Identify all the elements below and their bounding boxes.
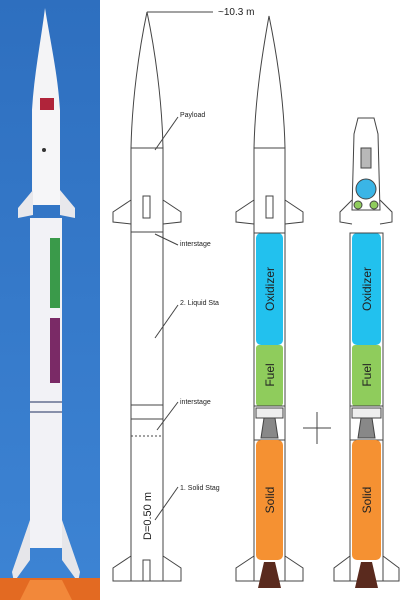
- split-liquid-engine: [357, 417, 376, 439]
- outline-rocket: [112, 11, 213, 582]
- callout-interstage-bottom: interstage: [180, 399, 211, 406]
- cutaway-solid-label: Solid: [263, 487, 277, 514]
- launch-photo: [0, 0, 100, 600]
- crosshair-marker: [303, 412, 331, 444]
- split-fuel-label: Fuel: [360, 363, 374, 386]
- cutaway-upper-body: [253, 147, 286, 234]
- outline-nose: [130, 11, 164, 149]
- payload-green-left: [353, 200, 363, 210]
- photo-window: [42, 148, 46, 152]
- split-solid-label: Solid: [360, 487, 374, 514]
- payload-green-right: [369, 200, 379, 210]
- callout-liquid-stage: 2. Liquid Sta: [180, 300, 219, 307]
- cutaway-liquid-engine: [260, 417, 279, 439]
- callout-interstage-top: interstage: [180, 241, 211, 248]
- split-solid-nozzle: [355, 562, 378, 588]
- rocket-diagram: ~10.3 m Payload interstage 2. Liquid Sta…: [0, 0, 400, 600]
- photo-green-band: [50, 238, 60, 308]
- cutaway-solid-nozzle: [258, 562, 281, 588]
- photo-red-logo: [40, 98, 54, 110]
- payload-blue-tank: [355, 178, 377, 200]
- photo-rocket-upper: [33, 110, 60, 205]
- cutaway-fuel-label: Fuel: [263, 363, 277, 386]
- cutaway-oxidizer-label: Oxidizer: [263, 267, 277, 311]
- split-valve-box: [351, 407, 382, 419]
- photo-purple-band: [50, 318, 60, 383]
- split-rocket: [333, 117, 400, 588]
- callout-solid-stage: 1. Solid Stag: [180, 485, 220, 492]
- length-label: ~10.3 m: [218, 7, 254, 18]
- cutaway-valve-box: [255, 407, 284, 419]
- cutaway-nose: [253, 15, 286, 149]
- split-oxidizer-label: Oxidizer: [360, 267, 374, 311]
- callout-payload: Payload: [180, 112, 205, 119]
- diameter-label: D=0.50 m: [142, 492, 154, 540]
- payload-instrument-box: [360, 147, 372, 169]
